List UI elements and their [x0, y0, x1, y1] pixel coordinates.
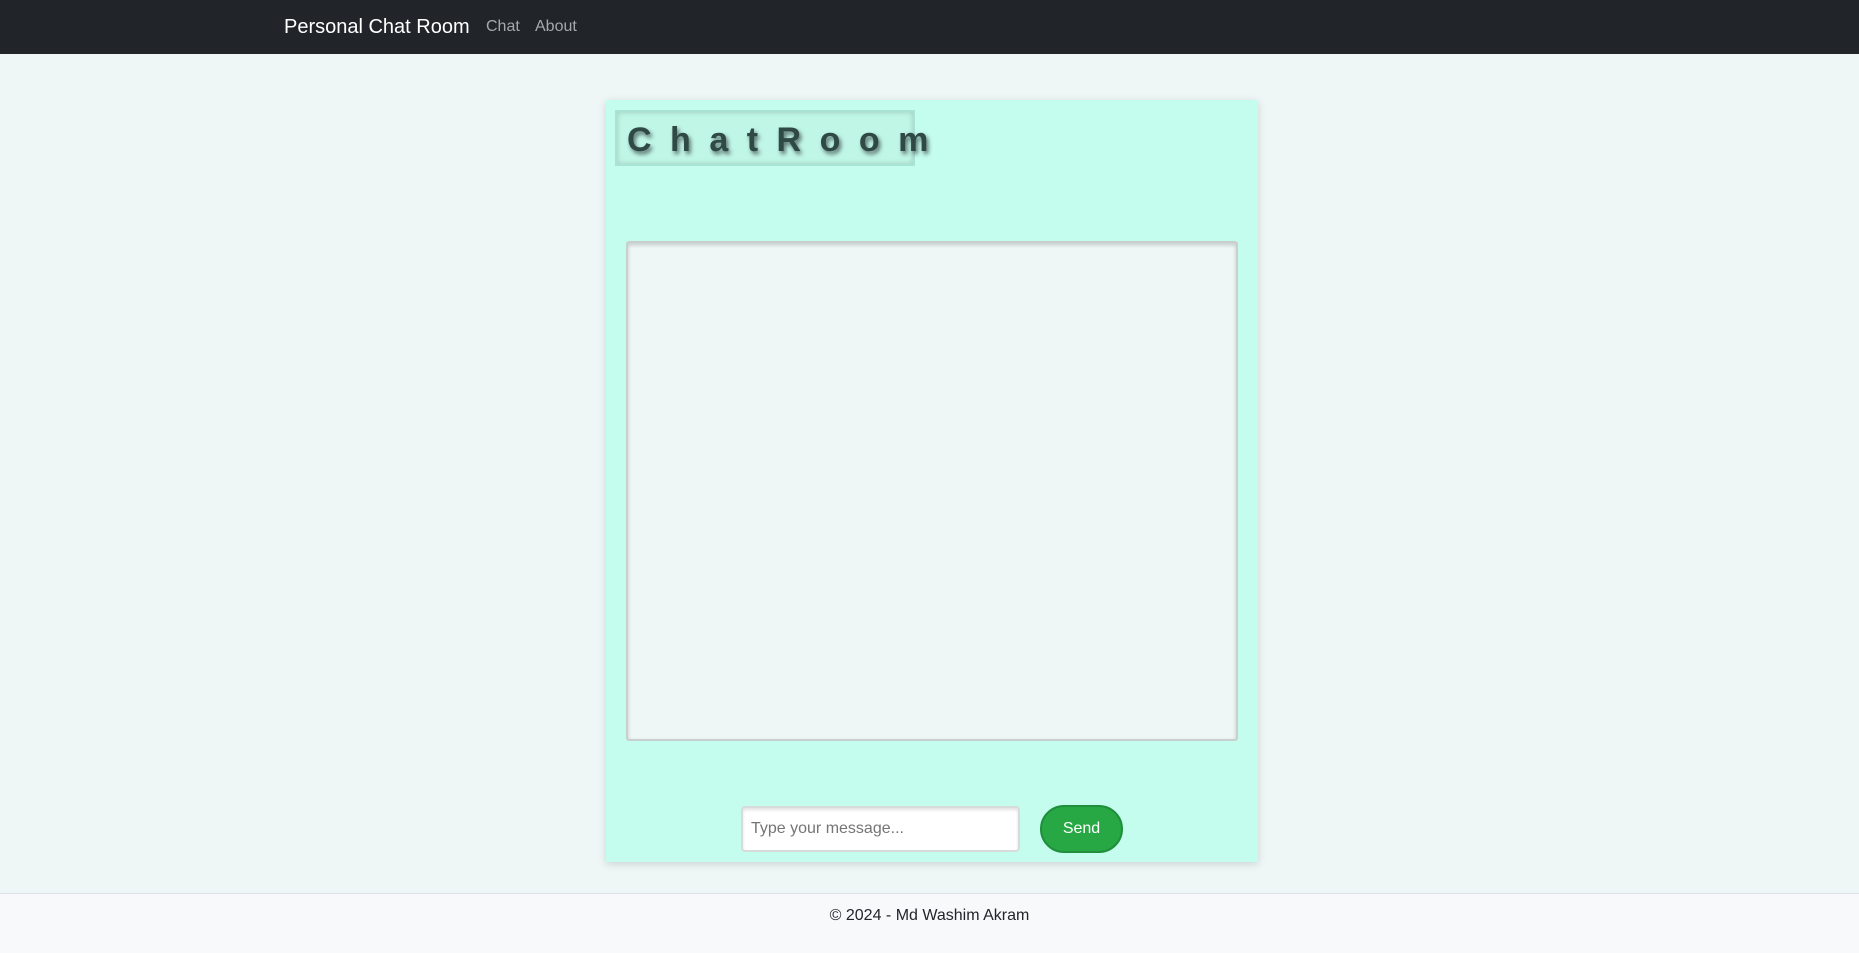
send-button[interactable]: Send: [1040, 805, 1123, 853]
chat-room-panel: ChatRoom Send: [606, 100, 1258, 862]
message-input[interactable]: [741, 806, 1020, 852]
nav-link-about[interactable]: About: [535, 17, 577, 37]
chat-room-title: ChatRoom: [627, 121, 947, 159]
brand-link[interactable]: Personal Chat Room: [284, 14, 470, 40]
message-area[interactable]: [626, 241, 1238, 741]
copyright-text: © 2024 - Md Washim Akram: [829, 907, 1030, 924]
nav-link-chat[interactable]: Chat: [486, 17, 520, 37]
page-footer: © 2024 - Md Washim Akram: [0, 893, 1859, 953]
chat-room-title-box: ChatRoom: [615, 110, 928, 166]
top-navbar: Personal Chat Room Chat About: [0, 0, 1859, 54]
